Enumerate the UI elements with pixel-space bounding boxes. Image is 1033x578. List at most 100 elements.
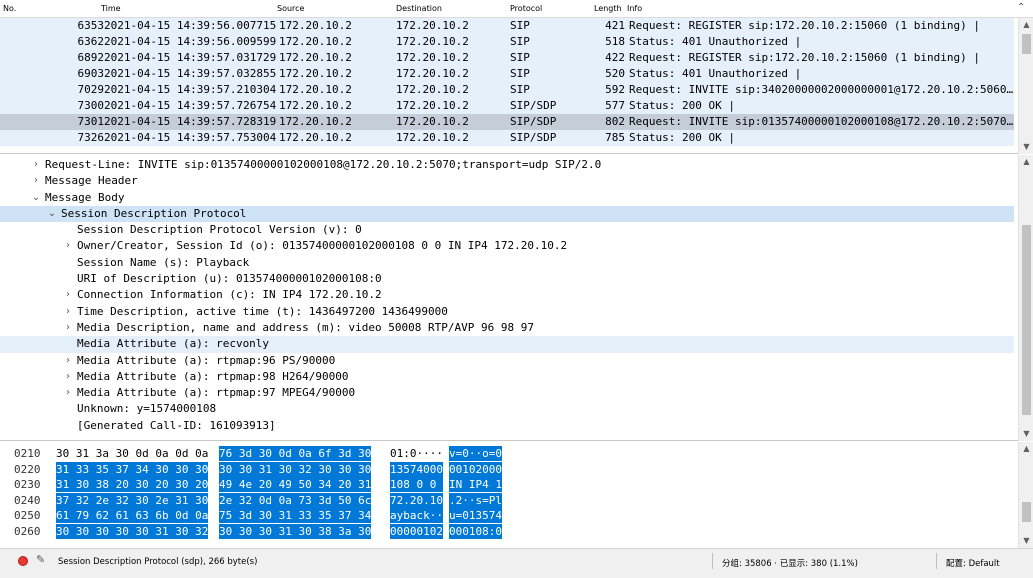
packet-bytes-pane[interactable]: 0210 30 31 3a 30 0d 0a 0d 0a 76 3d 30 0d 0… bbox=[0, 442, 1033, 548]
detail-tree-item[interactable]: URI of Description (u): 0135740000010200… bbox=[0, 271, 1014, 287]
status-divider bbox=[936, 553, 937, 569]
packet-cell-destination: 172.20.10.2 bbox=[396, 51, 469, 64]
detail-tree-item[interactable]: Session Description Protocol Version (v)… bbox=[0, 222, 1014, 238]
hex-bytes: 30 30 31 30 32 30 30 30 bbox=[219, 461, 372, 477]
packet-cell-no: 7029 bbox=[77, 83, 105, 96]
scrollbar-thumb[interactable] bbox=[1022, 225, 1031, 415]
column-header-destination[interactable]: Destination bbox=[396, 4, 442, 13]
ascii-bytes: u=013574 bbox=[449, 508, 502, 523]
detail-tree-label: Media Attribute (a): rtpmap:98 H264/9000… bbox=[77, 369, 349, 383]
detail-tree-label: Request-Line: INVITE sip:013574000001020… bbox=[45, 158, 602, 171]
ascii-bytes: 000108:0 bbox=[449, 523, 502, 539]
packet-row[interactable]: 6362 2021-04-15 14:39:56.009599 172.20.10.… bbox=[0, 34, 1014, 50]
detail-tree-label: Media Attribute (a): recvonly bbox=[77, 337, 270, 351]
detail-tree-item[interactable]: › Media Attribute (a): rtpmap:97 MPEG4/90… bbox=[0, 385, 1014, 401]
packet-cell-no: 7326 bbox=[77, 131, 105, 144]
packet-cell-protocol: SIP bbox=[510, 51, 530, 64]
detail-tree-item[interactable]: ⌄ Session Description Protocol bbox=[0, 205, 1014, 223]
detail-tree-item[interactable]: Unknown: y=1574000108 bbox=[0, 401, 1014, 417]
expand-arrow-icon[interactable]: › bbox=[62, 369, 74, 385]
status-divider bbox=[712, 553, 713, 569]
detail-tree-item[interactable]: › Message Header bbox=[0, 173, 1014, 189]
packet-cell-length: 577 bbox=[605, 99, 625, 112]
packet-row[interactable]: 7029 2021-04-15 14:39:57.210304 172.20.10.… bbox=[0, 82, 1014, 98]
packet-list-pane[interactable]: No. Time Source Destination Protocol Len… bbox=[0, 0, 1033, 154]
packet-row[interactable]: 7301 2021-04-15 14:39:57.728319 172.20.10.… bbox=[0, 114, 1014, 130]
packet-cell-source: 172.20.10.2 bbox=[279, 99, 352, 112]
detail-tree-item[interactable]: › Owner/Creator, Session Id (o): 01357400… bbox=[0, 238, 1014, 254]
detail-tree-label: Session Name (s): Playback bbox=[77, 255, 250, 269]
byte-row[interactable]: 0240 37 32 2e 32 30 2e 31 30 2e 32 0d 0a 7… bbox=[0, 492, 1014, 508]
bytes-scrollbar[interactable]: ▲ ▼ bbox=[1018, 442, 1033, 548]
packet-cell-destination: 172.20.10.2 bbox=[396, 35, 469, 48]
scroll-down-icon[interactable]: ▼ bbox=[1019, 427, 1033, 441]
detail-tree-label: Media Attribute (a): rtpmap:97 MPEG4/900… bbox=[77, 386, 356, 400]
byte-row[interactable]: 0230 31 30 38 20 30 20 30 20 49 4e 20 49 5… bbox=[0, 477, 1014, 492]
column-header-protocol[interactable]: Protocol bbox=[510, 4, 542, 13]
byte-row[interactable]: 0210 30 31 3a 30 0d 0a 0d 0a 76 3d 30 0d 0… bbox=[0, 446, 1014, 461]
expand-arrow-icon[interactable]: › bbox=[62, 353, 74, 369]
column-header-time[interactable]: Time bbox=[101, 4, 121, 13]
ascii-bytes: 00102000 bbox=[449, 461, 502, 477]
scroll-down-icon[interactable]: ▼ bbox=[1019, 534, 1033, 548]
scroll-down-icon[interactable]: ▼ bbox=[1019, 140, 1033, 154]
scrollbar-thumb[interactable] bbox=[1022, 34, 1031, 54]
byte-row[interactable]: 0250 61 79 62 61 63 6b 0d 0a 75 3d 30 31 3… bbox=[0, 508, 1014, 523]
ascii-bytes: 00000102 bbox=[390, 523, 443, 539]
status-bar: ✎ Session Description Protocol (sdp), 26… bbox=[0, 548, 1033, 578]
packet-details-pane[interactable]: › Request-Line: INVITE sip:01357400000102… bbox=[0, 155, 1033, 441]
packet-row[interactable]: 6353 2021-04-15 14:39:56.007715 172.20.10.… bbox=[0, 18, 1014, 34]
detail-tree-item[interactable]: › Media Description, name and address (m)… bbox=[0, 320, 1014, 336]
detail-tree-item[interactable]: › Media Attribute (a): rtpmap:98 H264/900… bbox=[0, 369, 1014, 385]
packet-row[interactable]: 6903 2021-04-15 14:39:57.032855 172.20.10.… bbox=[0, 66, 1014, 82]
scroll-up-icon[interactable]: ▲ bbox=[1019, 18, 1033, 32]
capture-status-icon[interactable] bbox=[18, 556, 28, 566]
packet-row[interactable]: 6892 2021-04-15 14:39:57.031729 172.20.10.… bbox=[0, 50, 1014, 66]
detail-tree-label: Message Body bbox=[45, 190, 125, 204]
detail-tree-item[interactable]: › Time Description, active time (t): 1436… bbox=[0, 304, 1014, 320]
scroll-up-icon[interactable]: ▲ bbox=[1019, 442, 1033, 456]
packet-cell-time: 2021-04-15 14:39:57.032855 bbox=[104, 67, 277, 80]
column-header-no[interactable]: No. bbox=[3, 4, 16, 13]
detail-tree-item[interactable]: › Request-Line: INVITE sip:01357400000102… bbox=[0, 157, 1014, 173]
ascii-bytes: 72.20.10 bbox=[390, 492, 443, 508]
detail-tree-label: Media Attribute (a): rtpmap:96 PS/90000 bbox=[77, 353, 336, 367]
packet-list-scrollbar[interactable]: ▲ ▼ bbox=[1018, 18, 1033, 154]
expand-arrow-icon[interactable]: › bbox=[62, 287, 74, 303]
packet-cell-destination: 172.20.10.2 bbox=[396, 67, 469, 80]
edit-comment-icon[interactable]: ✎ bbox=[36, 553, 45, 566]
detail-tree-item[interactable]: ⌄ Message Body bbox=[0, 190, 1014, 206]
detail-tree-label: Message Header bbox=[45, 174, 138, 188]
column-header-info[interactable]: Info bbox=[627, 4, 642, 13]
packet-cell-source: 172.20.10.2 bbox=[279, 67, 352, 80]
packet-rows: 6353 2021-04-15 14:39:56.007715 172.20.10.… bbox=[0, 18, 1014, 146]
detail-tree-item[interactable]: [Generated Call-ID: 161093913] bbox=[0, 418, 1014, 434]
column-header-source[interactable]: Source bbox=[277, 4, 304, 13]
scrollbar-thumb[interactable] bbox=[1022, 502, 1031, 522]
packet-row[interactable]: 7326 2021-04-15 14:39:57.753004 172.20.10.… bbox=[0, 130, 1014, 146]
hex-bytes: 2e 32 0d 0a 73 3d 50 6c bbox=[219, 492, 372, 508]
expand-arrow-icon[interactable]: › bbox=[62, 238, 74, 254]
detail-tree-item[interactable]: Session Name (s): Playback bbox=[0, 255, 1014, 271]
expand-arrow-icon[interactable]: › bbox=[30, 173, 42, 189]
column-header-length[interactable]: Length bbox=[594, 4, 622, 13]
expand-arrow-icon[interactable]: › bbox=[62, 320, 74, 336]
packet-cell-time: 2021-04-15 14:39:56.007715 bbox=[104, 19, 277, 32]
collapse-arrow-icon[interactable]: ⌄ bbox=[46, 206, 58, 222]
byte-row[interactable]: 0220 31 33 35 37 34 30 30 30 30 30 31 30 3… bbox=[0, 461, 1014, 477]
detail-tree-item[interactable]: › Connection Information (c): IN IP4 172.… bbox=[0, 287, 1014, 303]
packet-row[interactable]: 7300 2021-04-15 14:39:57.726754 172.20.10.… bbox=[0, 98, 1014, 114]
expand-arrow-icon[interactable]: › bbox=[30, 157, 42, 173]
detail-tree-item[interactable]: Media Attribute (a): recvonly bbox=[0, 336, 1014, 353]
expand-arrow-icon[interactable]: › bbox=[62, 304, 74, 320]
profile-selector[interactable]: 配置: Default bbox=[946, 557, 1000, 569]
details-scrollbar[interactable]: ▲ ▼ bbox=[1018, 155, 1033, 441]
detail-tree-label: [Generated Call-ID: 161093913] bbox=[77, 418, 276, 432]
collapse-arrow-icon[interactable]: ⌄ bbox=[30, 190, 42, 206]
scroll-up-icon[interactable]: ▲ bbox=[1019, 155, 1033, 169]
byte-offset: 0210 bbox=[14, 447, 41, 460]
byte-row[interactable]: 0260 30 30 30 30 30 31 30 32 30 30 30 31 3… bbox=[0, 523, 1014, 539]
detail-tree-item[interactable]: › Media Attribute (a): rtpmap:96 PS/90000 bbox=[0, 353, 1014, 369]
expand-arrow-icon[interactable]: › bbox=[62, 385, 74, 401]
sort-ascending-icon[interactable]: ⌃ bbox=[1017, 2, 1025, 13]
